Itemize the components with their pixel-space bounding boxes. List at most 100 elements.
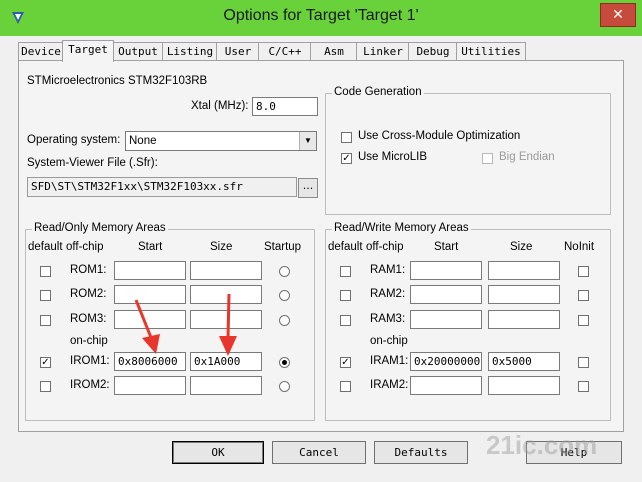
- target-tab-panel: STMicroelectronics STM32F103RB Xtal (MHz…: [18, 60, 624, 432]
- irom1-default-checkbox[interactable]: ✓: [40, 357, 51, 368]
- rom1-label: ROM1:: [70, 264, 107, 276]
- ram1-start-input[interactable]: [410, 261, 482, 280]
- tab-target[interactable]: Target: [62, 40, 114, 62]
- iram1-start-input[interactable]: 0x20000000: [410, 352, 482, 371]
- ram3-label: RAM3:: [370, 313, 406, 325]
- ok-button[interactable]: OK: [172, 441, 264, 464]
- code-generation-title: Code Generation: [332, 86, 424, 98]
- os-select[interactable]: None ▼: [125, 131, 317, 151]
- ro-header-start: Start: [138, 241, 163, 253]
- ro-header-offchip: off-chip: [66, 241, 104, 253]
- xtal-input[interactable]: 8.0: [252, 97, 318, 116]
- tab-output[interactable]: Output: [112, 42, 164, 61]
- ram1-size-input[interactable]: [488, 261, 560, 280]
- cancel-button[interactable]: Cancel: [272, 441, 366, 464]
- tab-asm[interactable]: Asm: [310, 42, 358, 61]
- tab-c-cpp[interactable]: C/C++: [258, 42, 312, 61]
- ram1-noinit-checkbox[interactable]: [578, 266, 589, 277]
- title-bar: Options for Target 'Target 1' ✕: [0, 0, 642, 36]
- ro-header-default: default: [28, 241, 63, 253]
- irom2-default-checkbox[interactable]: [40, 381, 51, 392]
- rw-header-size: Size: [510, 241, 533, 253]
- ro-onchip-label: on-chip: [70, 335, 108, 347]
- ram2-size-input[interactable]: [488, 285, 560, 304]
- iram2-size-input[interactable]: [488, 376, 560, 395]
- os-select-value: None: [129, 135, 157, 147]
- ram2-default-checkbox[interactable]: [340, 290, 351, 301]
- microlib-checkbox[interactable]: ✓: [341, 153, 352, 164]
- iram1-noinit-checkbox[interactable]: [578, 357, 589, 368]
- ram1-label: RAM1:: [370, 264, 406, 276]
- ro-memory-title: Read/Only Memory Areas: [32, 222, 168, 234]
- rw-header-start: Start: [434, 241, 459, 253]
- options-dialog: Device Target Output Listing User C/C++ …: [6, 36, 636, 476]
- iram2-noinit-checkbox[interactable]: [578, 381, 589, 392]
- rom2-startup-radio[interactable]: [279, 290, 290, 301]
- irom2-size-input[interactable]: [190, 376, 262, 395]
- rom2-default-checkbox[interactable]: [40, 290, 51, 301]
- rw-header-noinit: NoInit: [564, 241, 595, 253]
- irom1-startup-radio[interactable]: [279, 357, 290, 368]
- rom1-default-checkbox[interactable]: [40, 266, 51, 277]
- rw-memory-group: Read/Write Memory Areas default off-chip…: [325, 222, 611, 421]
- device-name: STMicroelectronics STM32F103RB: [27, 75, 208, 87]
- code-generation-group: Code Generation Use Cross-Module Optimiz…: [325, 86, 611, 215]
- big-endian-label: Big Endian: [499, 151, 555, 163]
- ram3-start-input[interactable]: [410, 310, 482, 329]
- irom2-startup-radio[interactable]: [279, 381, 290, 392]
- ram2-start-input[interactable]: [410, 285, 482, 304]
- tab-debug[interactable]: Debug: [408, 42, 458, 61]
- sfr-browse-button[interactable]: ...: [298, 178, 318, 198]
- rom1-size-input[interactable]: [190, 261, 262, 280]
- rw-memory-title: Read/Write Memory Areas: [332, 222, 471, 234]
- window-title: Options for Target 'Target 1': [223, 7, 419, 24]
- rom3-default-checkbox[interactable]: [40, 315, 51, 326]
- annotation-arrow-size: [219, 293, 237, 356]
- cross-module-checkbox[interactable]: [341, 132, 352, 143]
- rom2-label: ROM2:: [70, 288, 107, 300]
- xtal-label: Xtal (MHz):: [191, 100, 249, 112]
- iram2-default-checkbox[interactable]: [340, 381, 351, 392]
- ro-header-size: Size: [210, 241, 233, 253]
- rom3-label: ROM3:: [70, 313, 107, 325]
- ram1-default-checkbox[interactable]: [340, 266, 351, 277]
- iram2-start-input[interactable]: [410, 376, 482, 395]
- defaults-button[interactable]: Defaults: [374, 441, 468, 464]
- ram3-size-input[interactable]: [488, 310, 560, 329]
- tab-linker[interactable]: Linker: [356, 42, 410, 61]
- chevron-down-icon[interactable]: ▼: [299, 132, 316, 150]
- ram2-label: RAM2:: [370, 288, 406, 300]
- iram1-default-checkbox[interactable]: ✓: [340, 357, 351, 368]
- annotation-arrow-start: [134, 299, 160, 354]
- microlib-label: Use MicroLIB: [358, 151, 428, 163]
- radio-selected-dot: [282, 360, 287, 365]
- ram2-noinit-checkbox[interactable]: [578, 290, 589, 301]
- irom2-start-input[interactable]: [114, 376, 186, 395]
- ram3-noinit-checkbox[interactable]: [578, 315, 589, 326]
- rw-header-default: default: [328, 241, 363, 253]
- tab-device[interactable]: Device: [18, 42, 64, 61]
- rom3-startup-radio[interactable]: [279, 315, 290, 326]
- cross-module-label: Use Cross-Module Optimization: [358, 130, 521, 142]
- tab-user[interactable]: User: [216, 42, 260, 61]
- ro-header-startup: Startup: [264, 241, 302, 253]
- irom2-label: IROM2:: [70, 379, 110, 391]
- watermark: 21ic.com: [486, 430, 598, 460]
- rw-onchip-label: on-chip: [370, 335, 408, 347]
- os-label: Operating system:: [27, 134, 121, 146]
- sfr-input[interactable]: SFD\ST\STM32F1xx\STM32F103xx.sfr: [27, 177, 297, 197]
- ram3-default-checkbox[interactable]: [340, 315, 351, 326]
- iram1-label: IRAM1:: [370, 355, 409, 367]
- tab-listing[interactable]: Listing: [162, 42, 218, 61]
- iram2-label: IRAM2:: [370, 379, 409, 391]
- close-button[interactable]: ✕: [600, 3, 636, 27]
- rom1-startup-radio[interactable]: [279, 266, 290, 277]
- sfr-label: System-Viewer File (.Sfr):: [27, 157, 158, 169]
- rw-header-offchip: off-chip: [366, 241, 404, 253]
- irom1-label: IROM1:: [70, 355, 110, 367]
- rom1-start-input[interactable]: [114, 261, 186, 280]
- big-endian-checkbox[interactable]: [482, 153, 493, 164]
- ro-memory-group: Read/Only Memory Areas default off-chip …: [25, 222, 315, 421]
- iram1-size-input[interactable]: 0x5000: [488, 352, 560, 371]
- tab-utilities[interactable]: Utilities: [456, 42, 526, 61]
